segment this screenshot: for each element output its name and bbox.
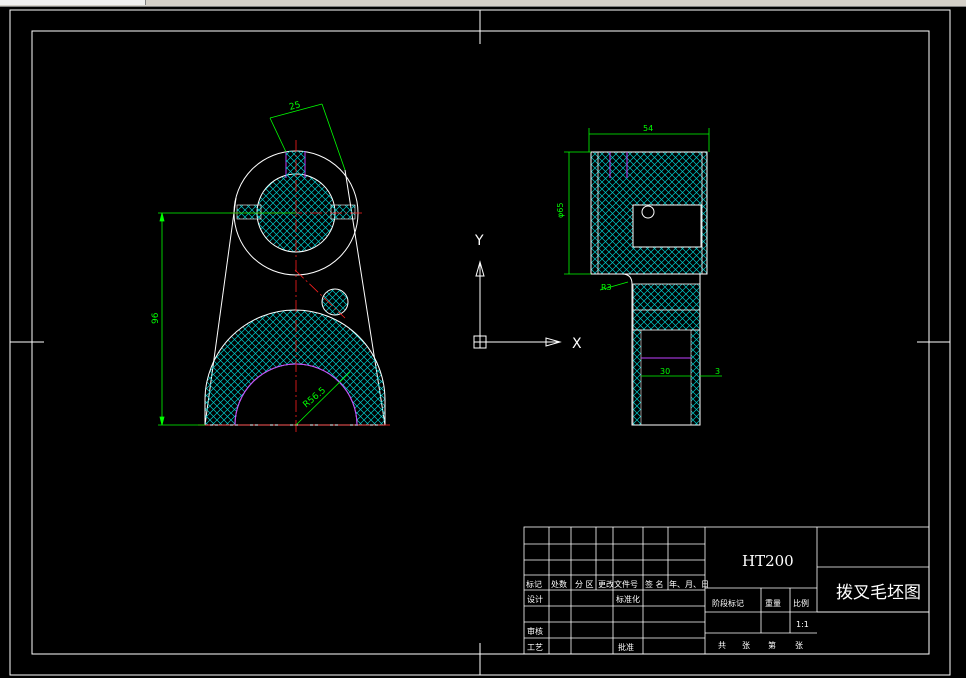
side-dim-fillet: R3 [601,283,612,292]
ucs-y-label: Y [474,233,484,249]
design-label: 设计 [527,594,543,604]
document-tab[interactable] [0,0,146,5]
process-label: 工艺 [527,643,543,652]
side-dim-small: 3 [715,367,720,376]
sheet-end-label: 张 [795,641,803,650]
ucs-x-label: X [572,336,582,352]
stage-mark-label: 阶段标记 [712,598,744,608]
side-dim-inner: 30 [660,367,670,376]
total-label: 共 [718,641,726,650]
approve-label: 批准 [618,642,634,652]
header-cell-4: 签 名 [645,579,664,589]
header-cell-1: 处数 [551,579,567,589]
header-cell-3: 更改文件号 [598,579,638,589]
material-label: HT200 [742,552,794,570]
page-label: 第 [768,640,776,650]
dim-height-text: 96 [151,312,161,324]
header-cell-0: 标记 [526,579,542,589]
scale-label: 比例 [793,598,809,608]
review-label: 审核 [527,626,543,636]
sheets-label: 张 [742,641,750,650]
dim-top-text: 25 [288,100,302,113]
small-hole [321,288,349,316]
header-cell-5: 年、月、日 [669,579,709,589]
side-view: 54 φ65 R3 30 3 [556,124,722,426]
header-cell-2: 分 区 [575,580,594,589]
front-view: 25 96 R56.5 [151,100,392,432]
drawing-title: 拨叉毛坯图 [836,583,921,603]
weight-label: 重量 [765,598,781,608]
side-dim-height: φ65 [556,203,565,218]
scale-value: 1:1 [796,620,809,629]
fork-arc-hatch [204,309,386,426]
cad-drawing-canvas[interactable]: 25 96 R56.5 Y X 54 φ65 R3 30 3 HT200 拨叉毛… [0,6,966,678]
standardize-label: 标准化 [616,594,640,604]
ucs-icon [473,260,562,349]
side-dim-width: 54 [643,124,653,133]
